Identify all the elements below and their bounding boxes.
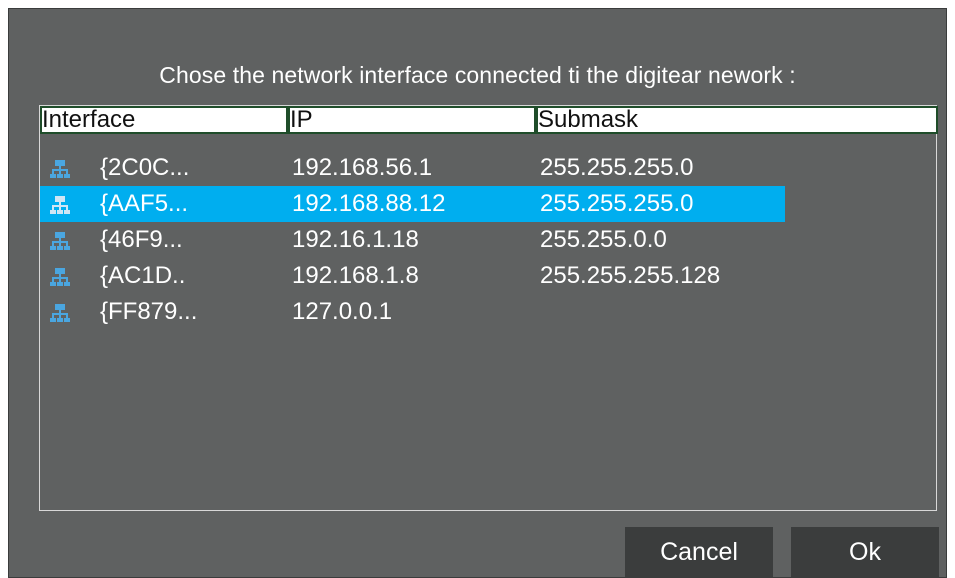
submask-cell: 255.255.255.0	[540, 154, 694, 181]
ip-cell: 192.168.88.12	[292, 190, 446, 217]
ip-cell: 192.168.56.1	[292, 154, 433, 181]
network-icon	[50, 304, 70, 322]
interface-list[interactable]: Interface IP Submask {2C0C... 192.168.56…	[39, 105, 938, 511]
column-header-interface[interactable]: Interface	[40, 106, 288, 134]
network-icon	[50, 196, 70, 214]
interface-cell: {AC1D..	[100, 262, 186, 289]
ok-button[interactable]: Ok	[791, 527, 939, 577]
submask-cell: 255.255.255.0	[540, 190, 694, 217]
interface-cell: {46F9...	[100, 226, 183, 253]
interface-cell: {2C0C...	[100, 154, 190, 181]
submask-cell: 255.255.255.128	[540, 262, 721, 289]
submask-cell: 255.255.0.0	[540, 226, 667, 253]
column-header-ip[interactable]: IP	[288, 106, 536, 134]
interface-cell: {AAF5...	[100, 190, 189, 217]
column-header-submask[interactable]: Submask	[536, 106, 938, 134]
ip-cell: 192.16.1.18	[292, 226, 419, 253]
network-icon	[50, 232, 70, 250]
table-row[interactable]: {FF879... 127.0.0.1	[40, 294, 785, 330]
table-row[interactable]: {2C0C... 192.168.56.1 255.255.255.0	[40, 150, 785, 186]
interface-cell: {FF879...	[100, 298, 198, 325]
cancel-button[interactable]: Cancel	[625, 527, 773, 577]
ip-cell: 127.0.0.1	[292, 298, 393, 325]
list-header: Interface IP Submask	[40, 106, 938, 134]
ip-cell: 192.168.1.8	[292, 262, 419, 289]
table-row-selected[interactable]: {AAF5... 192.168.88.12 255.255.255.0	[40, 186, 785, 222]
table-row[interactable]: {AC1D.. 192.168.1.8 255.255.255.128	[40, 258, 785, 294]
network-icon	[50, 268, 70, 286]
table-row[interactable]: {46F9... 192.16.1.18 255.255.0.0	[40, 222, 785, 258]
network-icon	[50, 160, 70, 178]
dialog-prompt: Chose the network interface connected ti…	[159, 62, 796, 88]
network-interface-dialog: Chose the network interface connected ti…	[8, 8, 947, 578]
